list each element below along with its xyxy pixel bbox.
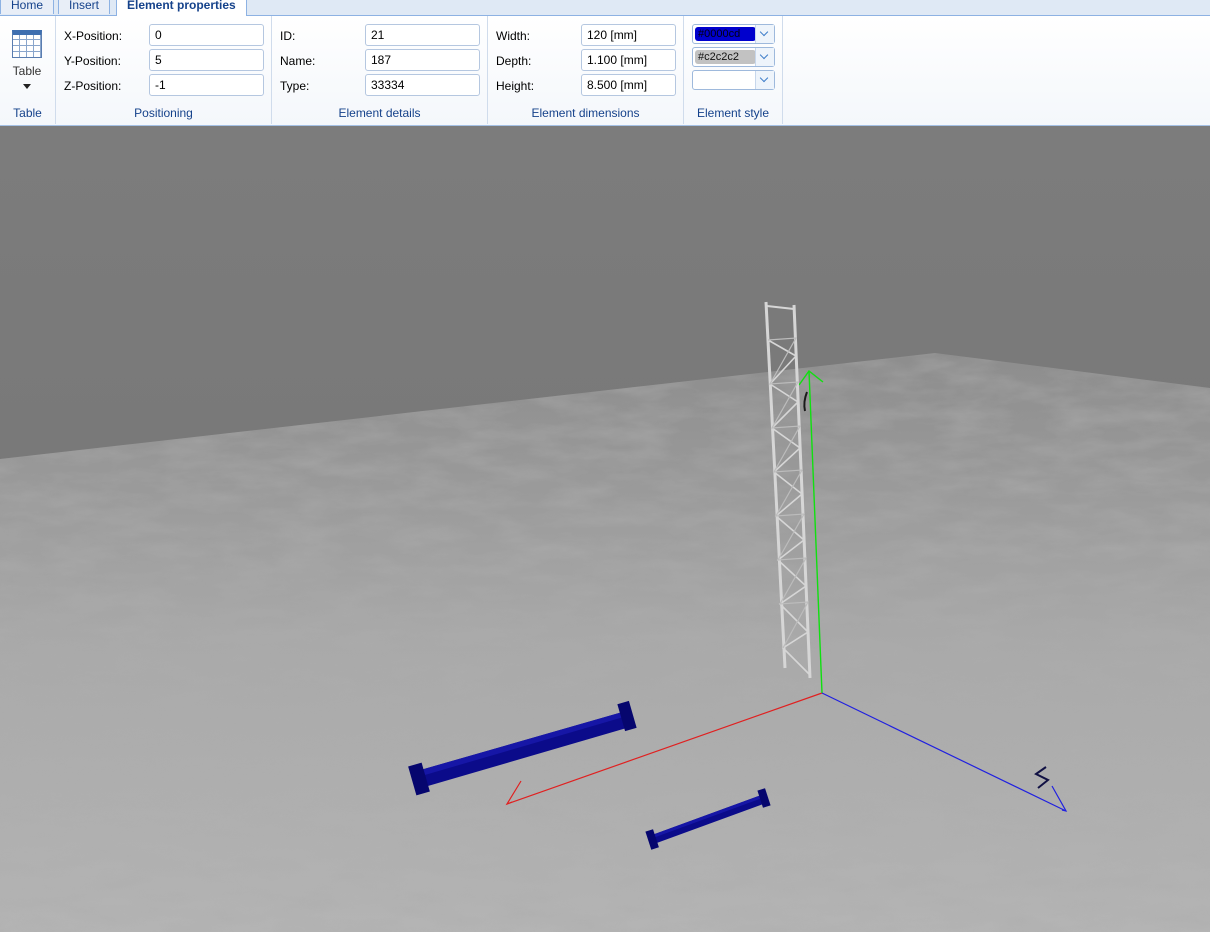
dropdown-caret-icon <box>23 84 31 89</box>
x-position-input[interactable] <box>149 24 264 46</box>
width-label: Width: <box>496 29 531 43</box>
tab-home[interactable]: Home <box>0 0 55 14</box>
group-label-element-details: Element details <box>338 106 421 120</box>
id-label: ID: <box>280 29 296 43</box>
height-input[interactable] <box>581 74 676 96</box>
group-element-details: ID: Name: Type: Element details <box>272 16 488 124</box>
group-table: Table Table <box>0 16 56 124</box>
id-input[interactable] <box>365 24 480 46</box>
name-input[interactable] <box>365 49 480 71</box>
3d-scene[interactable] <box>0 126 1210 932</box>
height-label: Height: <box>496 79 535 93</box>
z-position-label: Z-Position: <box>64 79 122 93</box>
tab-element-properties[interactable]: Element properties <box>116 0 247 16</box>
depth-input[interactable] <box>581 49 676 71</box>
type-label: Type: <box>280 79 310 93</box>
table-icon <box>12 30 42 58</box>
ground-texture <box>0 353 1210 932</box>
ribbon-tab-bar: Home Insert Element properties <box>0 0 1210 16</box>
table-button-label: Table <box>12 64 42 78</box>
x-position-label: X-Position: <box>64 29 123 43</box>
y-position-label: Y-Position: <box>64 54 121 68</box>
group-positioning: X-Position: Y-Position: Z-Position: Posi… <box>56 16 272 124</box>
group-label-table: Table <box>13 106 42 120</box>
tab-insert[interactable]: Insert <box>58 0 111 14</box>
primary-color-select[interactable]: #0000cd <box>692 24 775 44</box>
group-label-positioning: Positioning <box>134 106 193 120</box>
primary-color-swatch: #0000cd <box>695 27 756 41</box>
secondary-color-swatch: #c2c2c2 <box>695 50 756 64</box>
3d-viewport[interactable] <box>0 126 1210 932</box>
group-element-style: #0000cd #c2c2c2 Element style <box>684 16 783 124</box>
group-label-element-dimensions: Element dimensions <box>531 106 640 120</box>
group-element-dimensions: Width: Depth: Height: Element dimensions <box>488 16 684 124</box>
name-label: Name: <box>280 54 316 68</box>
y-position-input[interactable] <box>149 49 264 71</box>
width-input[interactable] <box>581 24 676 46</box>
table-button[interactable]: Table <box>6 28 48 100</box>
depth-label: Depth: <box>496 54 532 68</box>
z-position-input[interactable] <box>149 74 264 96</box>
chevron-down-icon[interactable] <box>755 71 774 89</box>
group-label-element-style: Element style <box>696 106 770 120</box>
ribbon: Table Table X-Position: Y-Position: Z-Po… <box>0 16 1210 126</box>
chevron-down-icon[interactable] <box>755 25 774 43</box>
type-input[interactable] <box>365 74 480 96</box>
secondary-color-select[interactable]: #c2c2c2 <box>692 47 775 67</box>
texture-select[interactable] <box>692 70 775 90</box>
chevron-down-icon[interactable] <box>755 48 774 66</box>
